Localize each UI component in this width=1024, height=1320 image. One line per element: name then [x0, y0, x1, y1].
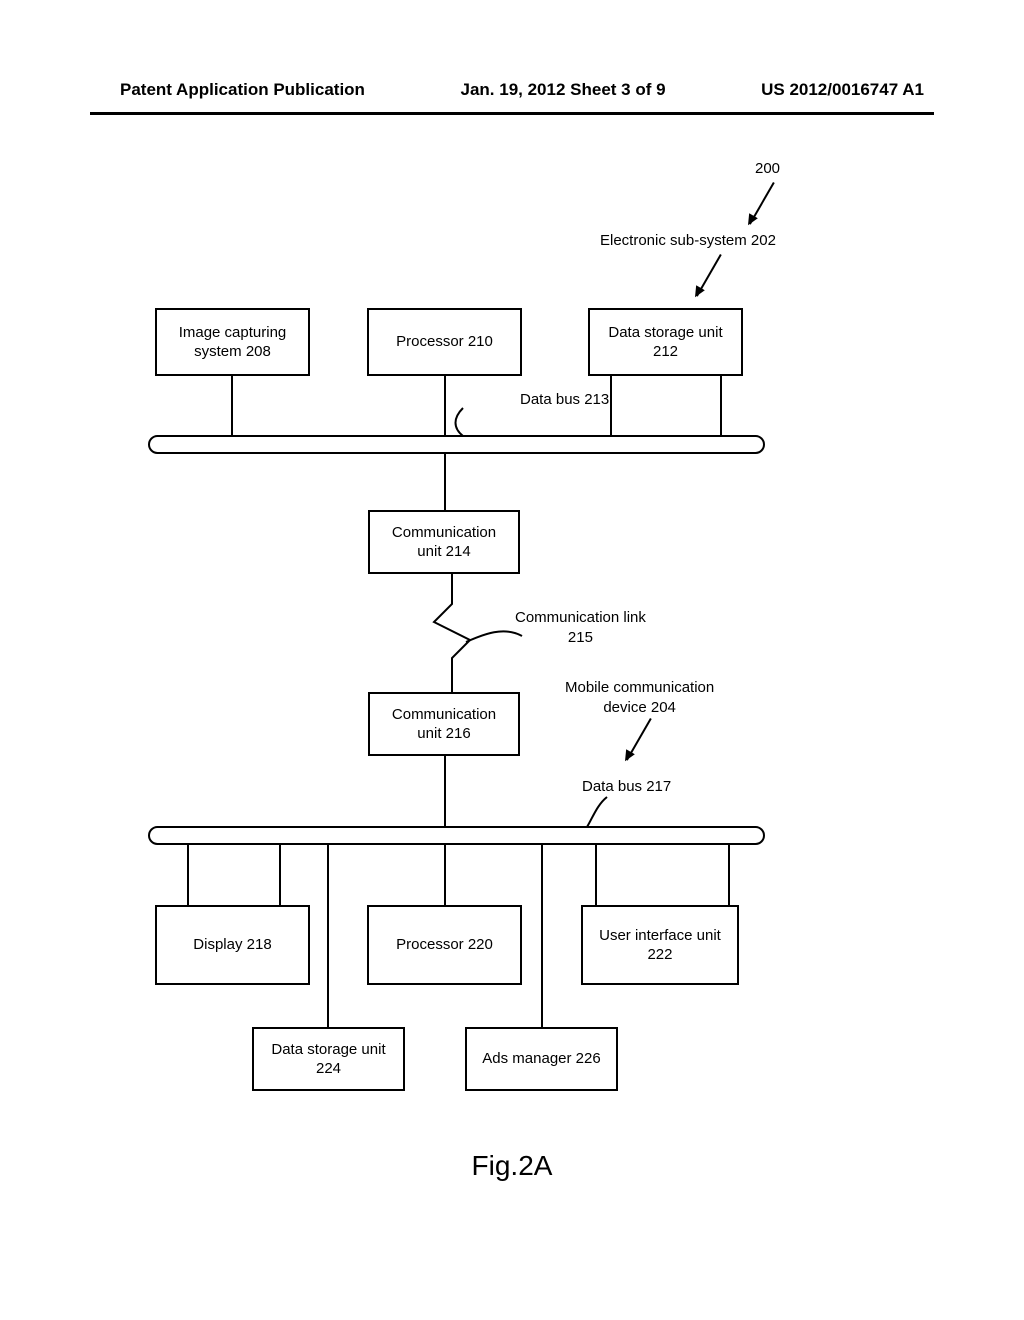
header-center: Jan. 19, 2012 Sheet 3 of 9: [461, 80, 666, 100]
image-capture-text: Image capturingsystem 208: [179, 323, 287, 362]
data-bus2-label: Data bus 217: [582, 777, 671, 797]
drop-proc1: [444, 376, 446, 436]
header-rule: [90, 112, 934, 115]
subsystem-label: Electronic sub-system 202: [600, 231, 776, 251]
processor2-box: Processor 220: [367, 905, 522, 985]
data-storage1-box: Data storage unit212: [588, 308, 743, 376]
header-left: Patent Application Publication: [120, 80, 365, 100]
display-box: Display 218: [155, 905, 310, 985]
bus-217: [148, 826, 765, 845]
bus-213: [148, 435, 765, 454]
mobile-device-label: Mobile communicationdevice 204: [565, 678, 714, 717]
display-text: Display 218: [193, 935, 271, 955]
drop-comm2-bus2: [444, 756, 446, 826]
comm-link-label: Communication link215: [515, 608, 646, 647]
figure-label: Fig.2A: [0, 1150, 1024, 1182]
comm-unit1-text: Communicationunit 214: [392, 523, 496, 562]
comm-unit2-box: Communicationunit 216: [368, 692, 520, 756]
processor2-text: Processor 220: [396, 935, 493, 955]
leader-commlink: [464, 624, 524, 648]
drop-ds1-right: [720, 376, 722, 436]
drop-disp-a: [187, 845, 189, 905]
drop-ui-a: [595, 845, 597, 905]
drop-bus1-comm1: [444, 454, 446, 510]
image-capture-box: Image capturingsystem 208: [155, 308, 310, 376]
data-storage1-text: Data storage unit212: [608, 323, 722, 362]
drop-ads: [541, 845, 543, 1027]
data-bus1-label: Data bus 213: [520, 390, 609, 410]
drop-ds2: [327, 845, 329, 1027]
processor1-text: Processor 210: [396, 332, 493, 352]
comm-unit1-box: Communicationunit 214: [368, 510, 520, 574]
processor1-box: Processor 210: [367, 308, 522, 376]
diagram-stage: 200 Electronic sub-system 202 Image capt…: [0, 130, 1024, 1320]
drop-ui-b: [728, 845, 730, 905]
ads-manager-text: Ads manager 226: [482, 1049, 600, 1069]
user-interface-box: User interface unit222: [581, 905, 739, 985]
drop-proc2: [444, 845, 446, 905]
leader-bus2: [585, 795, 615, 829]
data-storage2-text: Data storage unit224: [271, 1040, 385, 1079]
ads-manager-box: Ads manager 226: [465, 1027, 618, 1091]
header-right: US 2012/0016747 A1: [761, 80, 924, 100]
drop-ds1-left: [610, 376, 612, 436]
drop-disp-b: [279, 845, 281, 905]
user-interface-text: User interface unit222: [599, 926, 721, 965]
arrow-mobile: [626, 718, 652, 761]
arrow-subsystem: [696, 254, 722, 297]
comm-unit2-text: Communicationunit 216: [392, 705, 496, 744]
leader-bus1: [448, 406, 468, 438]
drop-imgcap: [231, 376, 233, 436]
arrow-ref200: [749, 182, 775, 225]
ref-200-label: 200: [755, 159, 780, 179]
data-storage2-box: Data storage unit224: [252, 1027, 405, 1091]
